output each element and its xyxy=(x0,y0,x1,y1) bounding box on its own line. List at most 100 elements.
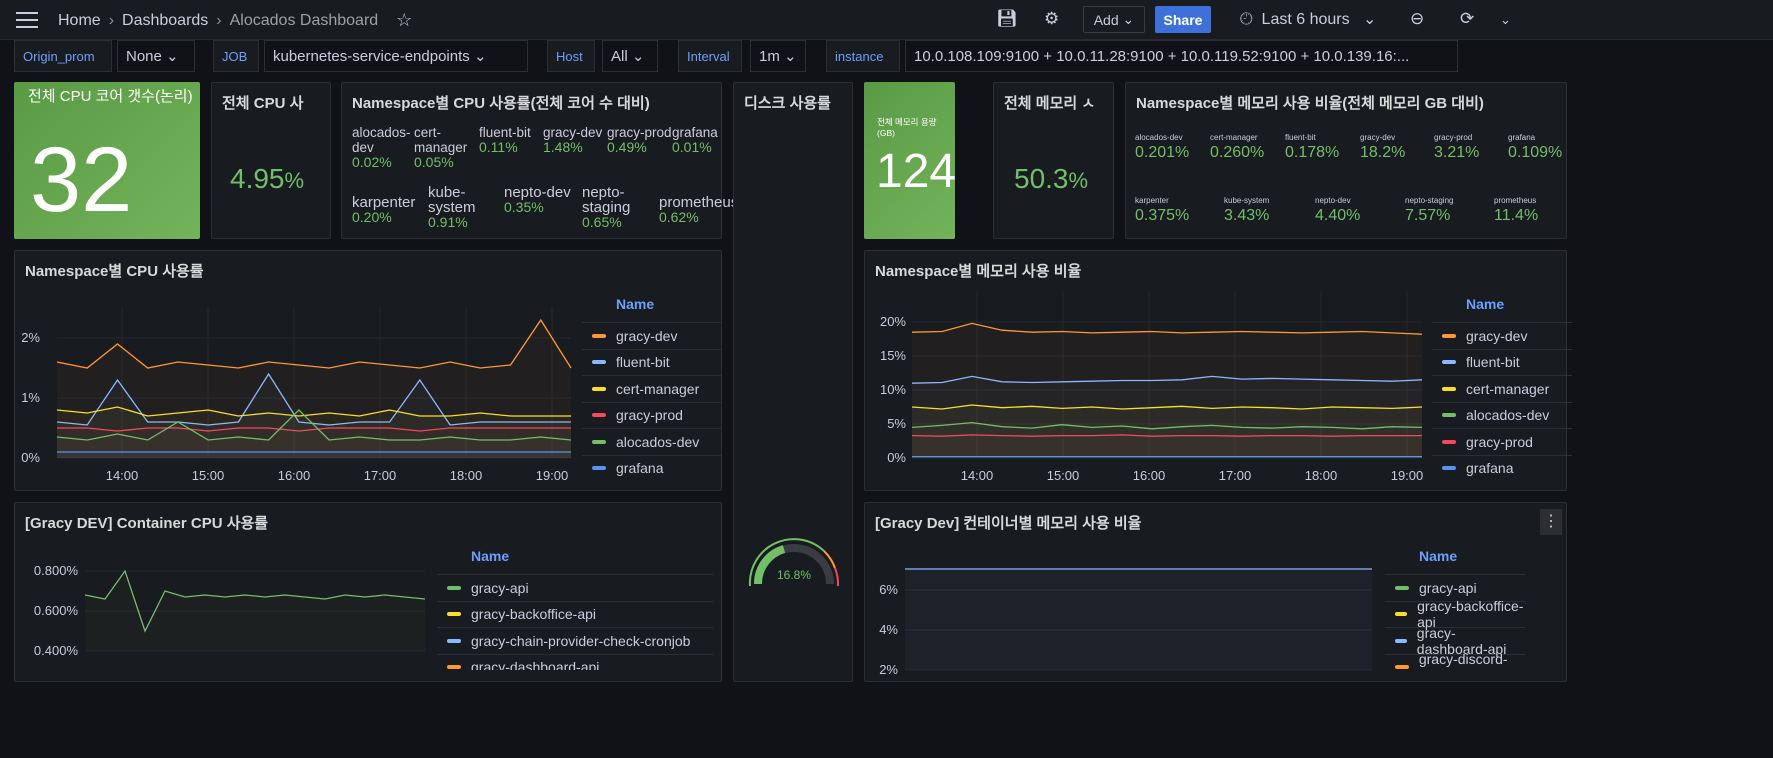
ns-stat-fluent-bit: fluent-bit 0.178% xyxy=(1285,133,1340,161)
legend-item[interactable]: cert-manager xyxy=(582,375,722,402)
legend-header[interactable]: Name xyxy=(1385,548,1525,574)
panel-title: Namespace별 CPU 사용률(전체 코어 수 대비) xyxy=(352,95,650,112)
var-label-job: JOB xyxy=(213,40,259,72)
chevron-down-icon[interactable]: ⌄ xyxy=(1500,12,1511,28)
legend-header[interactable]: Name xyxy=(1432,296,1572,322)
ns-stat-gracy-prod: gracy-prod 0.49% xyxy=(607,125,672,155)
ns-stat-karpenter: karpenter 0.20% xyxy=(352,194,416,225)
panel-ns-cpu: Namespace별 CPU 사용률(전체 코어 수 대비) alocados-… xyxy=(341,82,738,239)
panel-cpu-usage: 전체 CPU 사 4.95% xyxy=(211,82,331,239)
chart-legend: Name gracy-api gracy-backoffice-api gracy-c… xyxy=(437,548,713,670)
var-label-host: Host xyxy=(547,40,595,72)
menu-icon[interactable] xyxy=(16,12,38,28)
legend-swatch xyxy=(447,665,461,670)
chart-legend: Name gracy-api gracy-backoffice-api gracy-d… xyxy=(1385,548,1525,670)
legend-swatch xyxy=(1442,466,1456,471)
legend-swatch xyxy=(592,413,606,418)
legend-swatch xyxy=(447,585,461,590)
ns-stat-cert-manager: cert-manager 0.260% xyxy=(1210,133,1265,161)
panel-mem-total: 전체 메모리 용량 (GB) 124 xyxy=(864,82,957,239)
legend-swatch xyxy=(1442,386,1456,391)
legend-item[interactable]: gracy-dev xyxy=(582,322,722,349)
save-icon[interactable]: 💾︎ xyxy=(996,9,1018,29)
panel-mem-usage: 전체 메모리 ㅅ 50.3% xyxy=(993,82,1114,239)
panel-title: Namespace별 메모리 사용 비율 xyxy=(875,263,1082,280)
legend-header[interactable]: Name xyxy=(582,296,722,322)
legend-swatch xyxy=(1442,360,1456,365)
ns-stat-prometheus: prometheus 11.4% xyxy=(1494,196,1539,224)
legend-item[interactable]: gracy-api xyxy=(437,574,713,601)
legend-item[interactable]: gracy-discord-api xyxy=(1385,651,1525,670)
chart-legend: Name gracy-dev fluent-bit cert-manager gracy… xyxy=(582,296,722,481)
var-label-interval: Interval xyxy=(678,40,742,72)
var-label-origin: Origin_prom xyxy=(14,40,112,72)
legend-item[interactable]: gracy-prod xyxy=(1432,428,1572,455)
legend-item[interactable]: grafana xyxy=(582,454,722,482)
crumb-dashboards[interactable]: Dashboards xyxy=(122,12,208,30)
legend-item[interactable]: gracy-chain-provider-check-cronjob xyxy=(437,627,713,654)
ns-stat-kube-system: kube-system 3.43% xyxy=(1224,196,1270,224)
legend-item[interactable]: alocados-dev xyxy=(1432,401,1572,429)
legend-item[interactable]: gracy-dashboard-api xyxy=(437,653,713,670)
stat-value: 124 xyxy=(876,145,957,198)
panel-disk: 디스크 사용률 16.8% xyxy=(733,82,853,682)
var-select-instance[interactable]: 10.0.108.109:9100 + 10.0.11.28:9100 + 10… xyxy=(905,40,1458,72)
legend-item[interactable]: gracy-dashboard-api xyxy=(1385,625,1525,657)
ns-stat-kube-system: kube-system 0.91% xyxy=(428,184,476,230)
legend-item[interactable]: gracy-api xyxy=(1385,574,1525,601)
ns-stat-prometheus: prometheus 0.62% xyxy=(659,194,739,225)
legend-swatch xyxy=(592,386,606,391)
ns-stat-nepto-dev: nepto-dev 4.40% xyxy=(1315,196,1361,224)
legend-item[interactable]: fluent-bit xyxy=(582,348,722,376)
legend-swatch xyxy=(592,439,606,444)
ns-stat-gracy-dev: gracy-dev 18.2% xyxy=(1360,133,1406,161)
share-button[interactable]: Share xyxy=(1155,6,1211,33)
legend-item[interactable]: alocados-dev xyxy=(582,428,722,455)
ns-stat-cert-manager: cert-manager 0.05% xyxy=(414,125,468,170)
legend-swatch xyxy=(1395,612,1408,617)
crumb-current: Alocados Dashboard xyxy=(229,11,379,29)
var-label-instance: instance xyxy=(826,40,900,72)
legend-item[interactable]: gracy-prod xyxy=(582,401,722,429)
ns-stat-karpenter: karpenter 0.375% xyxy=(1135,196,1190,224)
panel-title: [Gracy Dev] 컨테이너별 메모리 사용 비율 xyxy=(875,515,1142,532)
add-button[interactable]: Add ⌄ xyxy=(1083,6,1145,33)
panel-title: Namespace별 메모리 사용 비율(전체 메모리 GB 대비) xyxy=(1136,95,1484,112)
star-icon[interactable]: ☆ xyxy=(396,10,412,31)
legend-swatch xyxy=(1442,333,1456,338)
legend-header[interactable]: Name xyxy=(437,548,713,574)
legend-item[interactable]: gracy-backoffice-api xyxy=(1385,598,1525,630)
time-picker[interactable]: 🕘︎ Last 6 hours ⌄ xyxy=(1240,9,1376,29)
var-select-host[interactable]: All ⌄ xyxy=(602,40,658,72)
zoom-out-icon[interactable]: ⊖ xyxy=(1410,9,1424,29)
legend-item[interactable]: gracy-backoffice-api xyxy=(437,600,713,628)
ns-stat-grafana: grafana 0.109% xyxy=(1508,133,1563,161)
panel-title: Namespace별 CPU 사용률 xyxy=(25,263,204,280)
panel-title: 전체 CPU 사 xyxy=(222,95,304,112)
var-select-job[interactable]: kubernetes-service-endpoints ⌄ xyxy=(264,40,528,72)
stat-value: 4.95% xyxy=(230,163,305,194)
disk-gauge: 16.8% xyxy=(748,538,840,587)
stat-value: 50.3% xyxy=(1014,163,1089,194)
legend-item[interactable]: fluent-bit xyxy=(1432,348,1572,376)
legend-swatch xyxy=(1442,439,1456,444)
panel-cpu-cores: 전체 CPU 코어 갯수(논리) 32 xyxy=(14,82,200,239)
legend-swatch xyxy=(1442,413,1456,418)
panel-title: 전체 메모리 용량 (GB) xyxy=(877,117,937,138)
ns-stat-gracy-dev: gracy-dev 1.48% xyxy=(543,125,603,155)
legend-item[interactable]: grafana xyxy=(1432,454,1572,482)
stat-value: 32 xyxy=(30,129,133,231)
legend-item[interactable]: gracy-dev xyxy=(1432,322,1572,349)
ns-stat-gracy-prod: gracy-prod 3.21% xyxy=(1434,133,1480,161)
legend-item[interactable]: cert-manager xyxy=(1432,375,1572,402)
panel-title: 전체 메모리 ㅅ xyxy=(1004,95,1096,112)
panel-menu-icon[interactable]: ⋮ xyxy=(1540,509,1562,535)
legend-swatch xyxy=(447,638,461,643)
var-select-interval[interactable]: 1m ⌄ xyxy=(750,40,806,72)
legend-swatch xyxy=(592,466,606,471)
ns-stat-nepto-staging: nepto-staging 7.57% xyxy=(1405,196,1454,224)
gear-icon[interactable]: ⚙ xyxy=(1044,9,1059,29)
var-select-origin[interactable]: None ⌄ xyxy=(117,40,195,72)
refresh-icon[interactable]: ⟳ xyxy=(1460,9,1474,29)
crumb-home[interactable]: Home xyxy=(58,12,101,30)
